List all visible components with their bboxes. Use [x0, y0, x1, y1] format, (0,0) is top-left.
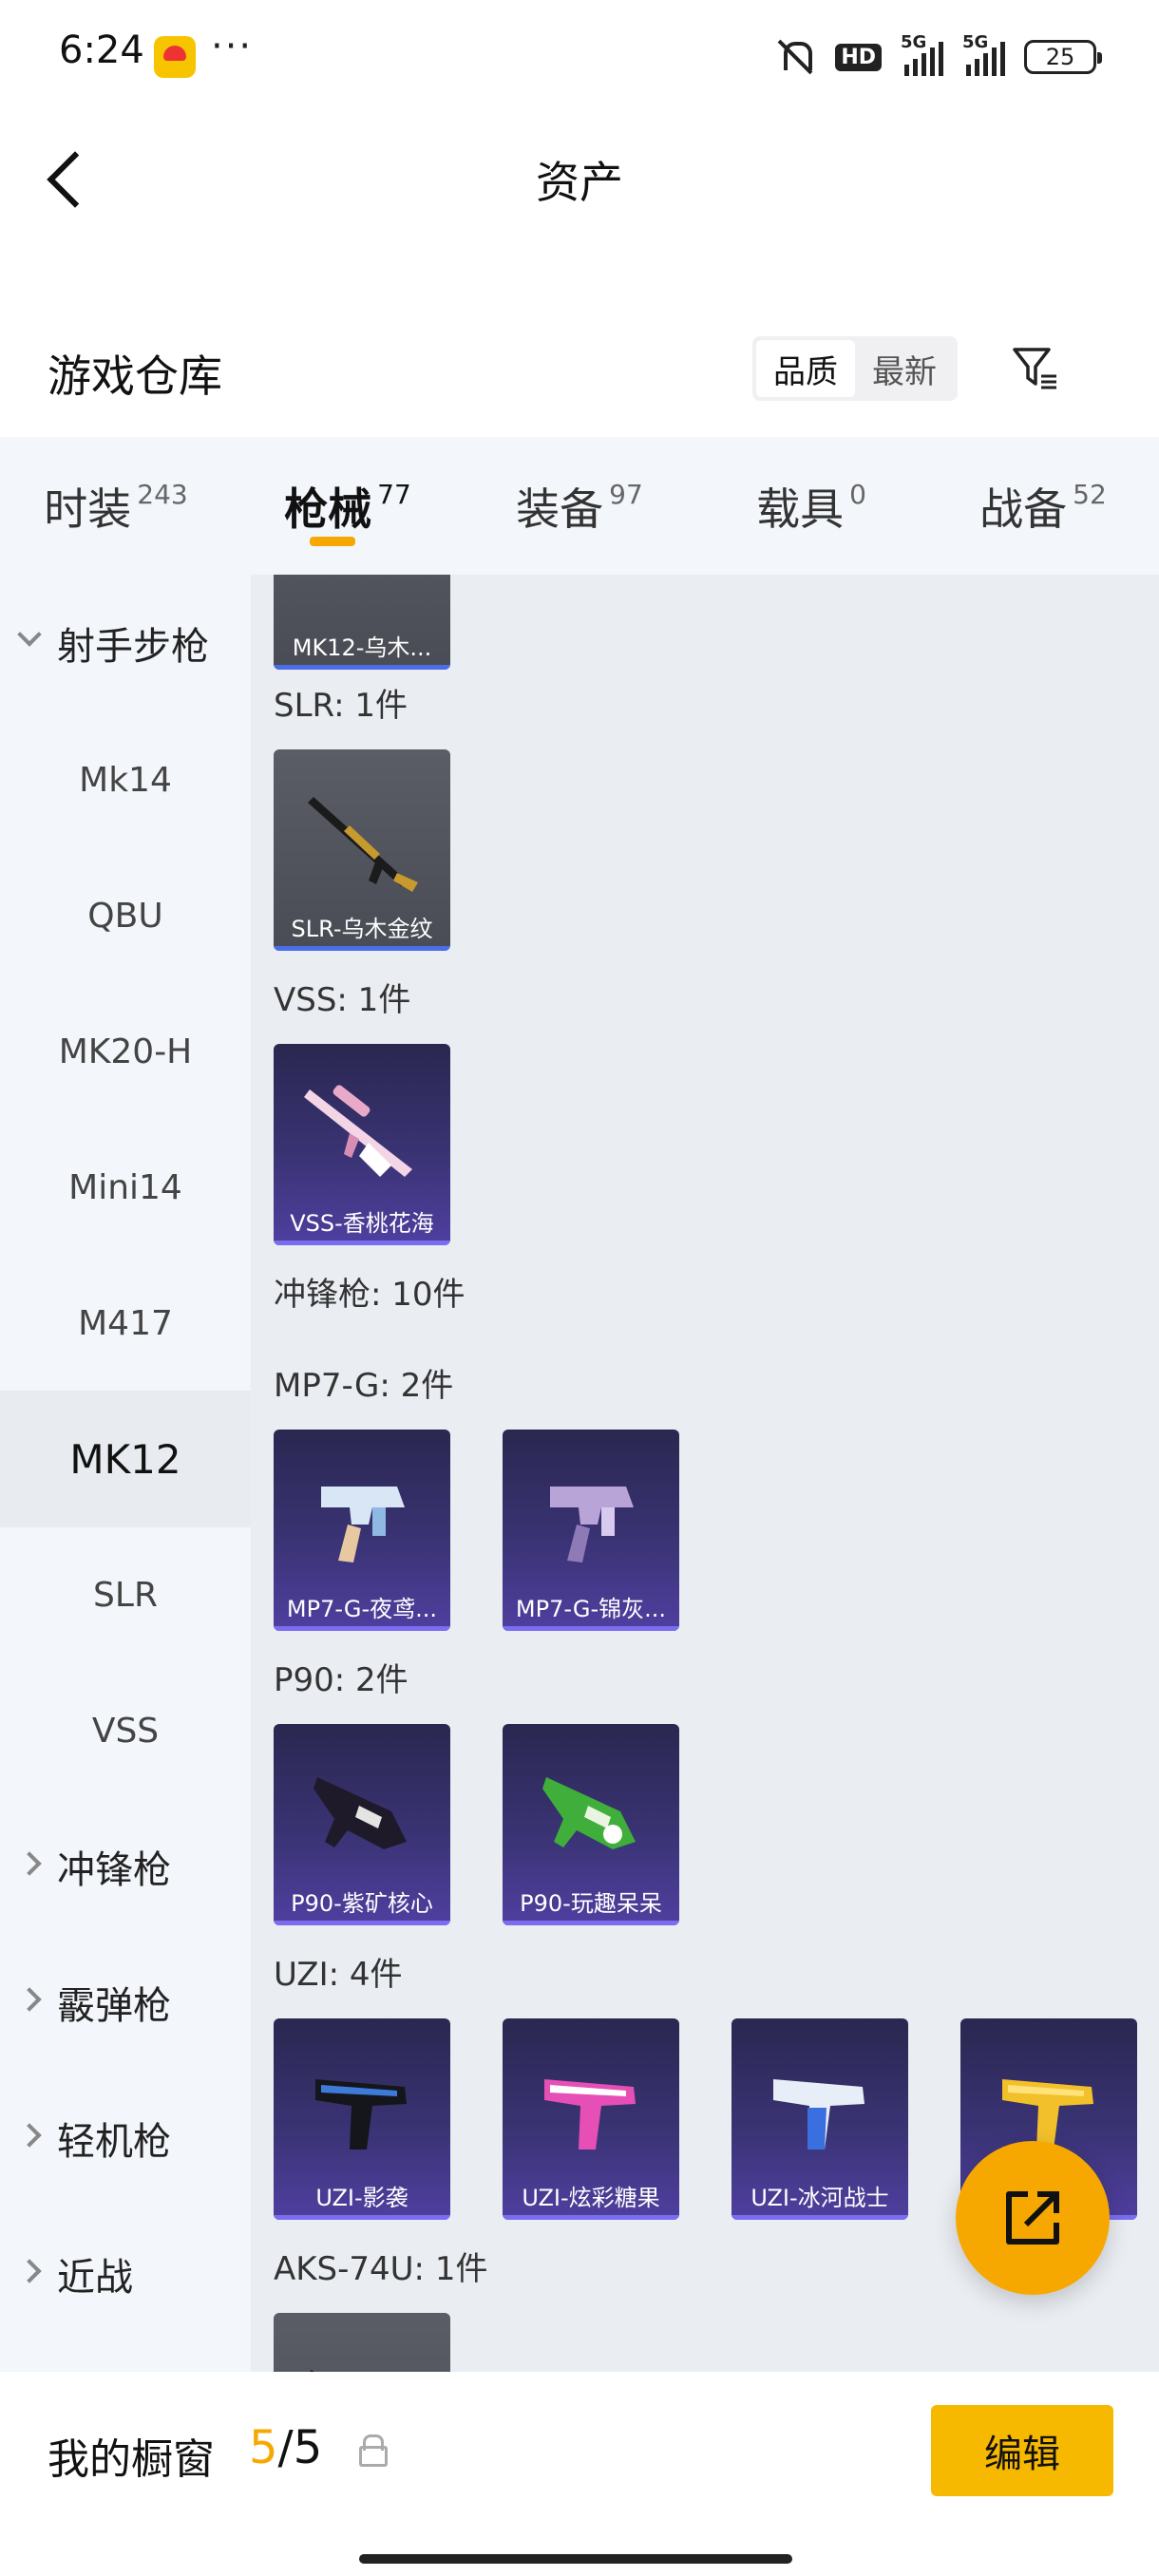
- smg-icon: [293, 2037, 431, 2170]
- group-label-vss: VSS: 1件: [274, 981, 411, 1019]
- category-tabs: 时装 243 枪械 77 装备 97 载具 0 战备 52: [0, 437, 1159, 575]
- sidebar-item-qbu[interactable]: QBU: [0, 847, 251, 984]
- status-bar: 6:24 ··· HD 5G 5G 25: [0, 0, 1159, 114]
- gun-card-mp7-2[interactable]: MP7-G-锦灰...: [503, 1430, 679, 1631]
- sidebar-group-melee[interactable]: 近战: [0, 2206, 251, 2342]
- sidebar-item-vss[interactable]: VSS: [0, 1662, 251, 1799]
- gun-card-uzi-2[interactable]: UZI-炫彩糖果: [503, 2018, 679, 2220]
- hd-icon: HD: [835, 43, 882, 71]
- warehouse-header: 游戏仓库 品质 最新: [0, 313, 1159, 437]
- showcase-label: 我的橱窗: [48, 2435, 215, 2484]
- gun-list: MK12-乌木... SLR: 1件 SLR-乌木金纹 VSS: 1件 VSS-…: [251, 575, 1159, 2372]
- gun-card-p90-1[interactable]: P90-紫矿核心: [274, 1724, 450, 1925]
- chevron-right-icon: [17, 1987, 42, 2012]
- gun-card-p90-2[interactable]: P90-玩趣呆呆: [503, 1724, 679, 1925]
- sidebar-item-m417[interactable]: M417: [0, 1255, 251, 1392]
- gun-card-uzi-1[interactable]: UZI-影袭: [274, 2018, 450, 2220]
- group-label-slr: SLR: 1件: [274, 687, 408, 725]
- header: 资产: [0, 114, 1159, 237]
- gun-type-sidebar: 射手步枪 Mk14 QBU MK20-H Mini14 M417 MK12 SL…: [0, 575, 251, 2372]
- battery-icon: 25: [1024, 40, 1102, 74]
- mute-icon: [774, 36, 816, 78]
- showcase-bar: 我的橱窗 5/5 编辑: [0, 2372, 1159, 2576]
- sidebar-item-mini14[interactable]: Mini14: [0, 1119, 251, 1256]
- more-notifications-icon: ···: [211, 25, 254, 68]
- tab-equipment[interactable]: 装备 97: [464, 437, 695, 575]
- gun-card-slr[interactable]: SLR-乌木金纹: [274, 749, 450, 951]
- sidebar-group-dmr[interactable]: 射手步枪: [0, 575, 251, 711]
- chevron-right-icon: [17, 2123, 42, 2148]
- sort-quality-button[interactable]: 品质: [756, 340, 855, 397]
- group-label-p90: P90: 2件: [274, 1661, 408, 1699]
- smg-icon: [293, 1743, 431, 1876]
- smg-icon: [522, 1449, 660, 1582]
- edit-button[interactable]: 编辑: [931, 2405, 1113, 2496]
- showcase-count: 5/5: [249, 2421, 323, 2474]
- lock-icon: [357, 2434, 388, 2467]
- tab-guns[interactable]: 枪械 77: [232, 437, 464, 575]
- sort-newest-button[interactable]: 最新: [855, 340, 954, 397]
- chevron-right-icon: [17, 1851, 42, 1876]
- home-indicator[interactable]: [359, 2554, 792, 2564]
- sidebar-group-lmg[interactable]: 轻机枪: [0, 2070, 251, 2207]
- tab-outfits[interactable]: 时装 243: [0, 437, 232, 575]
- gun-card-uzi-3[interactable]: UZI-冰河战士: [732, 2018, 908, 2220]
- status-time: 6:24: [59, 28, 144, 72]
- sniper-rifle-icon: [293, 1063, 431, 1196]
- gun-card-mp7-1[interactable]: MP7-G-夜鸢...: [274, 1430, 450, 1631]
- sidebar-group-shotgun[interactable]: 霰弹枪: [0, 1934, 251, 2071]
- group-label-mp7: MP7-G: 2件: [274, 1367, 454, 1405]
- group-label-smg: 冲锋枪: 10件: [274, 1276, 466, 1314]
- filter-button[interactable]: [1005, 334, 1072, 401]
- group-label-uzi: UZI: 4件: [274, 1956, 403, 1994]
- signal-icon: 5G: [901, 32, 943, 76]
- sidebar-item-mk14[interactable]: Mk14: [0, 711, 251, 848]
- status-icons: HD 5G 5G 25: [774, 32, 1102, 78]
- gun-card-aks74u[interactable]: [274, 2313, 450, 2372]
- rifle-icon: [293, 2332, 431, 2372]
- sidebar-group-smg[interactable]: 冲锋枪: [0, 1798, 251, 1935]
- smg-icon: [522, 2037, 660, 2170]
- smg-icon: [293, 1449, 431, 1582]
- signal-icon-2: 5G: [962, 32, 1005, 76]
- smg-icon: [522, 1743, 660, 1876]
- page-title: 资产: [536, 157, 623, 208]
- tab-vehicles[interactable]: 载具 0: [695, 437, 927, 575]
- smg-icon: [750, 2037, 889, 2170]
- share-fab-button[interactable]: [956, 2141, 1110, 2295]
- sidebar-item-mk12[interactable]: MK12: [0, 1391, 251, 1527]
- sidebar-item-slr[interactable]: SLR: [0, 1526, 251, 1663]
- tab-supplies[interactable]: 战备 52: [927, 437, 1159, 575]
- filter-icon: [1011, 344, 1058, 391]
- section-title: 游戏仓库: [48, 350, 222, 402]
- chevron-right-icon: [17, 2259, 42, 2283]
- gun-card-vss[interactable]: VSS-香桃花海: [274, 1044, 450, 1245]
- gun-card-mk12[interactable]: MK12-乌木...: [274, 575, 450, 670]
- sort-toggle: 品质 最新: [752, 336, 958, 401]
- group-label-aks74u: AKS-74U: 1件: [274, 2250, 488, 2288]
- share-icon: [1006, 2191, 1059, 2245]
- sidebar-item-mk20h[interactable]: MK20-H: [0, 983, 251, 1120]
- app-notification-icon: [154, 36, 196, 78]
- rifle-icon: [293, 768, 431, 901]
- chevron-down-icon: [17, 622, 42, 647]
